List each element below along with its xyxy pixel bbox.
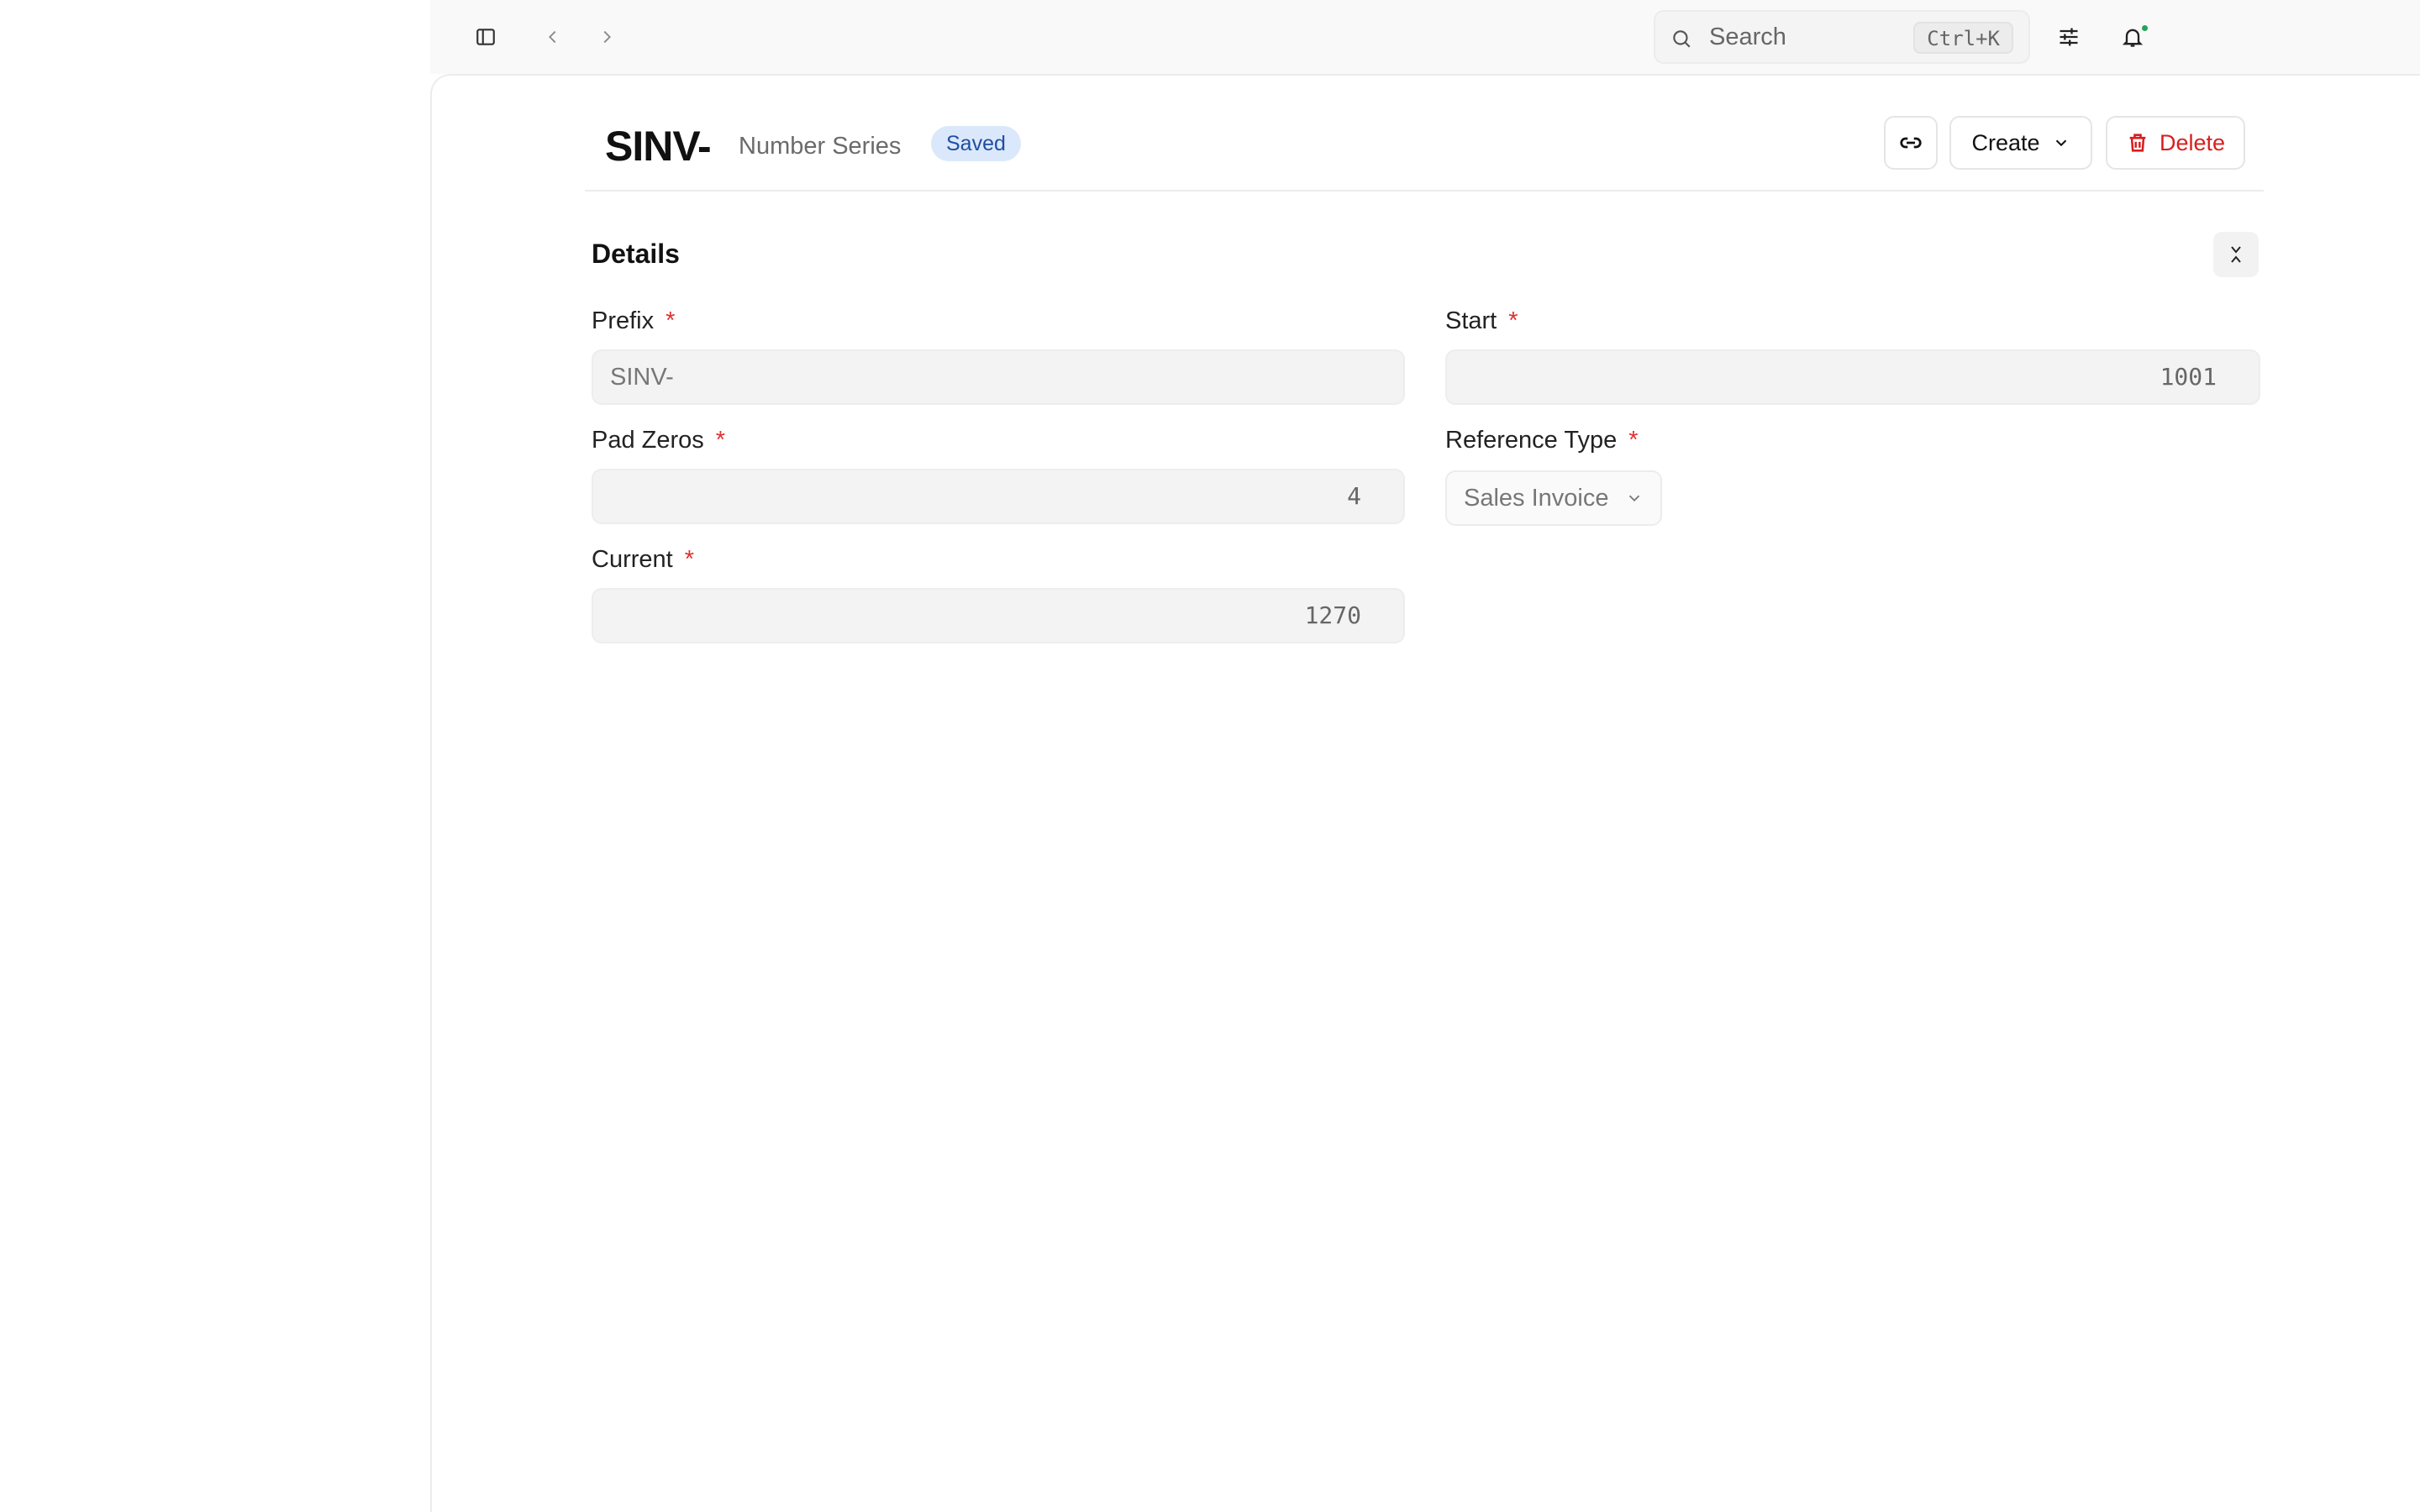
prefix-field[interactable]: SINV- (592, 349, 1405, 405)
back-button[interactable] (533, 17, 573, 57)
search-icon (1673, 30, 1691, 48)
document-header: SINV- Number Series Saved Create Delete (585, 109, 2264, 192)
sidebar-toggle-button[interactable] (466, 17, 506, 57)
prefix-label: Prefix * (592, 304, 675, 338)
current-field[interactable]: 1270 (592, 588, 1405, 643)
required-marker: * (1508, 307, 1518, 334)
search-bar[interactable]: Search Ctrl+K (1654, 10, 2030, 64)
copy-link-button[interactable] (1884, 116, 1938, 170)
forward-button[interactable] (587, 17, 627, 57)
start-label: Start * (1445, 304, 1518, 338)
page-title: SINV- (605, 123, 712, 170)
collapse-icon (2231, 246, 2241, 263)
sidebar-toggle-icon (476, 29, 495, 45)
doctype-label: Number Series (739, 133, 902, 160)
create-dropdown-button[interactable]: Create (1949, 116, 2092, 170)
reference-type-label-text: Reference Type (1445, 427, 1618, 454)
chevron-down-icon (2055, 139, 2066, 147)
pad-zeros-field[interactable]: 4 (592, 469, 1405, 524)
section-title: Details (592, 239, 680, 269)
delete-button[interactable]: Delete (2106, 116, 2245, 170)
app-root: Search Ctrl+K SINV- Number Series Saved … (0, 0, 2420, 1512)
required-marker: * (684, 546, 694, 573)
top-bar: Search Ctrl+K (430, 0, 2420, 74)
status-badge: Saved (931, 126, 1021, 161)
delete-label: Delete (2159, 129, 2226, 155)
chevron-right-icon (603, 30, 611, 44)
sliders-icon (2060, 28, 2078, 46)
search-shortcut: Ctrl+K (1913, 22, 2013, 54)
chevron-down-icon (1628, 495, 1640, 502)
start-field[interactable]: 1001 (1445, 349, 2260, 405)
trash-icon (2129, 134, 2146, 152)
search-placeholder: Search (1709, 24, 1786, 50)
notifications-button[interactable] (2112, 17, 2153, 57)
chevron-left-icon (549, 30, 556, 44)
reference-type-select[interactable]: Sales Invoice (1445, 470, 1662, 526)
current-label-text: Current (592, 546, 673, 573)
required-marker: * (666, 307, 676, 334)
filters-button[interactable] (2049, 17, 2089, 57)
sidebar-area (0, 0, 430, 1512)
required-marker: * (715, 427, 726, 454)
start-label-text: Start (1445, 307, 1497, 334)
current-label: Current * (592, 543, 694, 576)
reference-type-value: Sales Invoice (1464, 485, 1609, 512)
pad-zeros-label: Pad Zeros * (592, 423, 725, 457)
notification-dot (2140, 24, 2149, 33)
create-label: Create (1971, 129, 2040, 155)
prefix-label-text: Prefix (592, 307, 655, 334)
reference-type-label: Reference Type * (1445, 423, 1639, 457)
collapse-section-button[interactable] (2213, 232, 2259, 277)
pad-zeros-label-text: Pad Zeros (592, 427, 704, 454)
main-panel (430, 74, 2420, 1512)
required-marker: * (1628, 427, 1639, 454)
link-icon (1900, 137, 1922, 149)
